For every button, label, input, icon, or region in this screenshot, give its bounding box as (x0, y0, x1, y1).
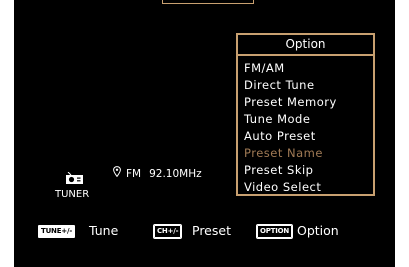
option-label: Option (297, 223, 339, 238)
source-label: TUNER (55, 189, 90, 200)
menu-item-tune-mode[interactable]: Tune Mode (244, 111, 373, 128)
option-key-badge[interactable]: OPTION (255, 224, 294, 239)
preset-key-badge[interactable]: CH+/- (152, 224, 183, 239)
option-menu-title: Option (238, 35, 373, 56)
radio-icon (66, 172, 83, 184)
menu-item-preset-name[interactable]: Preset Name (244, 145, 373, 162)
menu-item-video-select[interactable]: Video Select (244, 179, 373, 196)
band-label: FM (126, 168, 142, 180)
key-guide: TUNE+/- Tune CH+/- Preset OPTION Option (14, 223, 395, 239)
preset-label: Preset (192, 223, 231, 238)
menu-item-preset-skip[interactable]: Preset Skip (244, 162, 373, 179)
menu-item-preset-memory[interactable]: Preset Memory (244, 94, 373, 111)
frequency-value: 92.10MHz (149, 168, 202, 180)
menu-item-direct-tune[interactable]: Direct Tune (244, 77, 373, 94)
tune-label: Tune (89, 223, 119, 238)
tv-screen: Option FM/AM Direct Tune Preset Memory T… (14, 0, 395, 267)
menu-item-fm-am[interactable]: FM/AM (244, 60, 373, 77)
option-menu: Option FM/AM Direct Tune Preset Memory T… (236, 33, 375, 196)
tuner-frequency-display: FM 92.10MHz (126, 168, 202, 180)
option-menu-list: FM/AM Direct Tune Preset Memory Tune Mod… (238, 56, 373, 196)
location-pin-icon (113, 166, 121, 177)
menu-item-auto-preset[interactable]: Auto Preset (244, 128, 373, 145)
tune-key-badge[interactable]: TUNE+/- (38, 225, 76, 238)
top-tab-decoration (162, 0, 254, 4)
